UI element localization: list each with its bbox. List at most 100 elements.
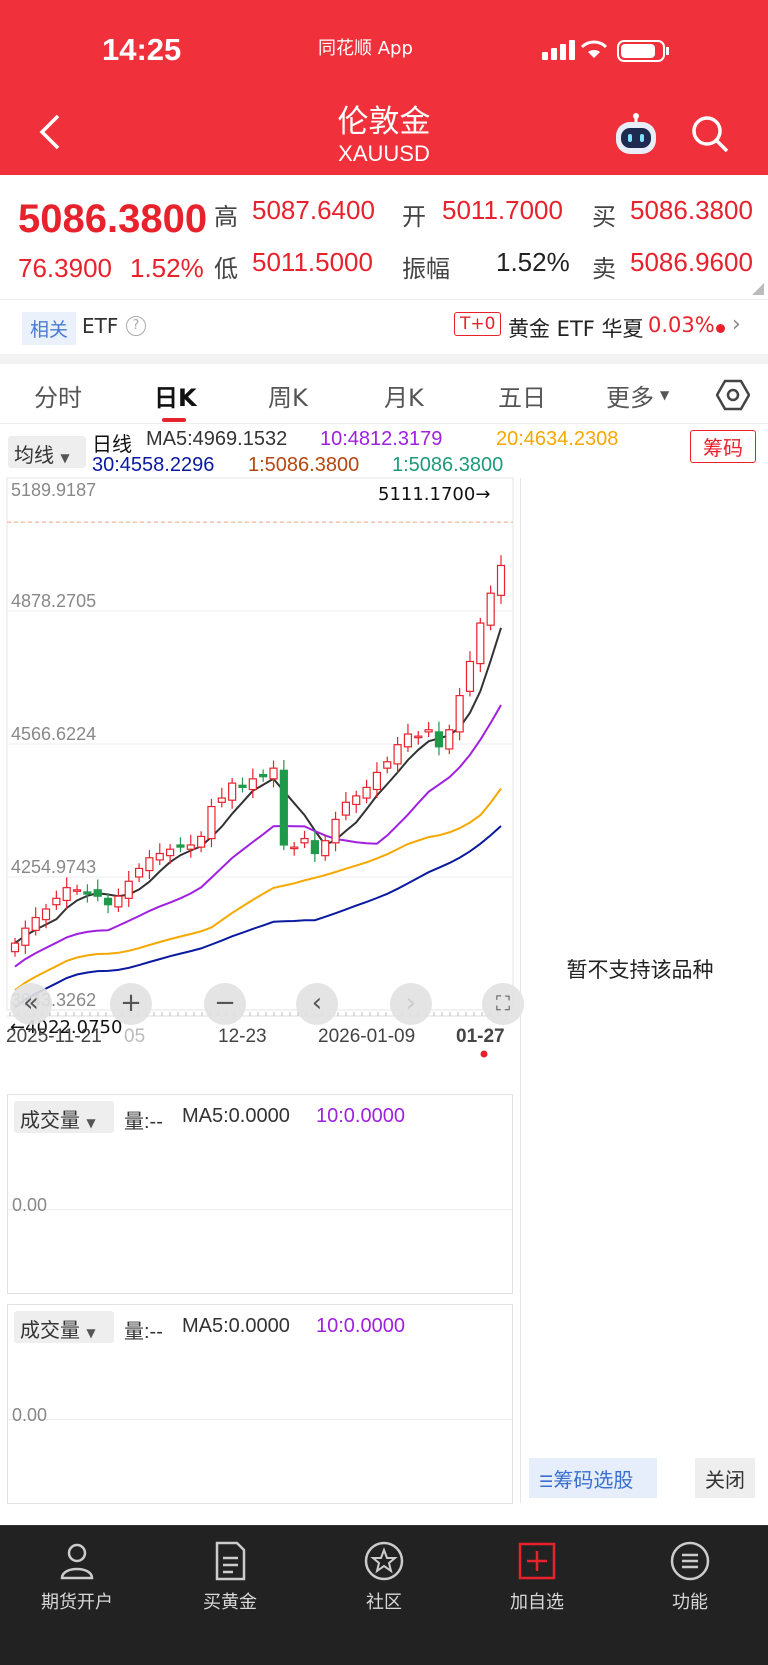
- line-type-label: 日线: [92, 434, 132, 456]
- candle-body: [124, 880, 133, 899]
- robot-assistant-icon[interactable]: [612, 110, 660, 158]
- candle-body: [103, 897, 113, 906]
- related-etf-row[interactable]: 相关 ETF ? T+0 黄金 ETF 华夏 0.03% ›: [0, 299, 768, 354]
- candle-body: [434, 731, 444, 748]
- low-label: 低: [214, 255, 238, 283]
- candle-body: [52, 897, 61, 906]
- tab-five-day[interactable]: 五日: [498, 378, 546, 413]
- open-value: 5011.7000: [442, 195, 563, 225]
- settings-icon[interactable]: [716, 378, 750, 412]
- volume-ma5: MA5:0.0000: [182, 1315, 290, 1337]
- zoom-in-icon[interactable]: +: [110, 983, 152, 1025]
- tab-monthly-k[interactable]: 月K: [384, 378, 424, 413]
- volume-select-label: 成交量: [20, 1318, 80, 1342]
- unsupported-message: 暂不支持该品种: [566, 958, 714, 982]
- candle-body: [496, 564, 506, 596]
- candle-body: [455, 695, 464, 733]
- volume-panel-1: 成交量 ▼ 量:-- MA5:0.0000 10:0.0000 0.00: [7, 1094, 513, 1294]
- candle-body: [207, 805, 216, 840]
- volume-indicator-select[interactable]: 成交量 ▼: [14, 1311, 114, 1343]
- tab-weekly-k[interactable]: 周K: [268, 378, 308, 413]
- chip-button[interactable]: 筹码: [690, 430, 756, 463]
- candle-body: [269, 767, 278, 780]
- nav-label: 社区: [366, 1592, 402, 1613]
- caret-down-icon: ▼: [60, 451, 70, 465]
- volume-ma5: MA5:0.0000: [182, 1105, 290, 1127]
- nav-label: 期货开户: [41, 1592, 113, 1613]
- help-icon[interactable]: ?: [126, 316, 146, 336]
- related-etf-label: ETF: [82, 314, 119, 338]
- nav-add-watchlist[interactable]: 加自选: [482, 1540, 592, 1614]
- caret-down-icon[interactable]: ▼: [660, 388, 669, 402]
- candle-body: [352, 795, 361, 806]
- nav-community[interactable]: 社区: [329, 1540, 439, 1614]
- amplitude-label: 振幅: [402, 255, 450, 283]
- candle-body: [62, 887, 71, 902]
- candle-body: [186, 844, 195, 850]
- volume-indicator-select[interactable]: 成交量 ▼: [14, 1101, 114, 1133]
- scroll-left-icon[interactable]: ‹: [296, 983, 338, 1025]
- status-app-name: 同花顺 App: [318, 38, 413, 59]
- nav-label: 功能: [672, 1592, 708, 1613]
- candle-body: [383, 761, 392, 769]
- nav-label: 加自选: [510, 1592, 564, 1613]
- period-tabs: 分时 日K 周K 月K 五日 更多 ▼: [0, 364, 768, 424]
- ma5-value: MA5:4969.1532: [146, 428, 288, 450]
- search-icon[interactable]: [690, 114, 730, 154]
- nav-buy-gold[interactable]: 买黄金: [175, 1540, 285, 1614]
- zoom-out-icon[interactable]: −: [204, 983, 246, 1025]
- candle-body: [72, 889, 82, 892]
- bottom-nav: 期货开户 买黄金 社区 加自选 功能: [0, 1525, 768, 1665]
- scroll-right-icon[interactable]: ›: [390, 983, 432, 1025]
- high-value: 5087.6400: [252, 195, 375, 225]
- chevron-right-icon[interactable]: ›: [732, 312, 741, 337]
- candle-body: [414, 735, 423, 739]
- etf-name[interactable]: 黄金 ETF 华夏: [508, 313, 644, 343]
- price-change-percent: 1.52%: [130, 253, 204, 283]
- candle-body: [238, 784, 247, 788]
- x-tick-label: 2026-01-09: [318, 1026, 415, 1047]
- candle-body: [279, 769, 288, 846]
- y-tick-label: 4878.2705: [11, 591, 96, 611]
- menu-icon: [670, 1541, 710, 1581]
- chip-stock-select-button[interactable]: ☰筹码选股: [529, 1458, 657, 1498]
- y-tick-label: 4566.6224: [11, 724, 96, 744]
- volume-value: 量:--: [124, 1321, 163, 1343]
- buy-label: 买: [592, 203, 616, 231]
- price-change: 76.3900: [18, 253, 112, 283]
- candle-body: [31, 916, 40, 931]
- nav-functions[interactable]: 功能: [635, 1540, 745, 1614]
- candle-body: [83, 891, 92, 895]
- candle-body: [176, 844, 185, 848]
- ma-type-select[interactable]: 均线 ▼: [8, 436, 86, 468]
- expand-corner-icon[interactable]: [752, 283, 764, 295]
- candle-body: [197, 835, 206, 848]
- fullscreen-icon[interactable]: ⛶: [482, 983, 524, 1025]
- volume-panel-2: 成交量 ▼ 量:-- MA5:0.0000 10:0.0000 0.00: [7, 1304, 513, 1504]
- candle-body: [259, 773, 268, 778]
- chip-distribution-panel: 暂不支持该品种 ☰筹码选股 关闭: [520, 478, 758, 1503]
- amplitude-value: 1.52%: [496, 247, 570, 277]
- volume-value: 量:--: [124, 1111, 163, 1133]
- tab-daily-k[interactable]: 日K: [154, 378, 197, 413]
- volume-ma10: 10:0.0000: [316, 1105, 405, 1127]
- candle-body: [166, 848, 175, 857]
- scroll-left-fast-icon[interactable]: «: [10, 983, 52, 1025]
- caret-down-icon: ▼: [86, 1116, 96, 1130]
- nav-futures-account[interactable]: 期货开户: [22, 1540, 132, 1614]
- caret-down-icon: ▼: [86, 1326, 96, 1340]
- candle-body: [341, 801, 350, 816]
- add-icon: [518, 1542, 556, 1580]
- candle-body: [21, 927, 30, 946]
- ma20-value: 20:4634.2308: [496, 428, 619, 450]
- candle-body: [41, 908, 51, 921]
- volume-ma10: 10:0.0000: [316, 1315, 405, 1337]
- candlestick-chart[interactable]: 5189.91874878.27054566.62244254.97433943…: [0, 470, 520, 1090]
- x-tick-label: 2025-11-21: [6, 1026, 102, 1047]
- candle-body: [362, 786, 371, 799]
- tab-more[interactable]: 更多: [606, 378, 654, 413]
- candle-body: [393, 744, 402, 765]
- tab-intraday[interactable]: 分时: [34, 378, 82, 413]
- candle-body: [93, 889, 102, 897]
- close-button[interactable]: 关闭: [695, 1458, 755, 1498]
